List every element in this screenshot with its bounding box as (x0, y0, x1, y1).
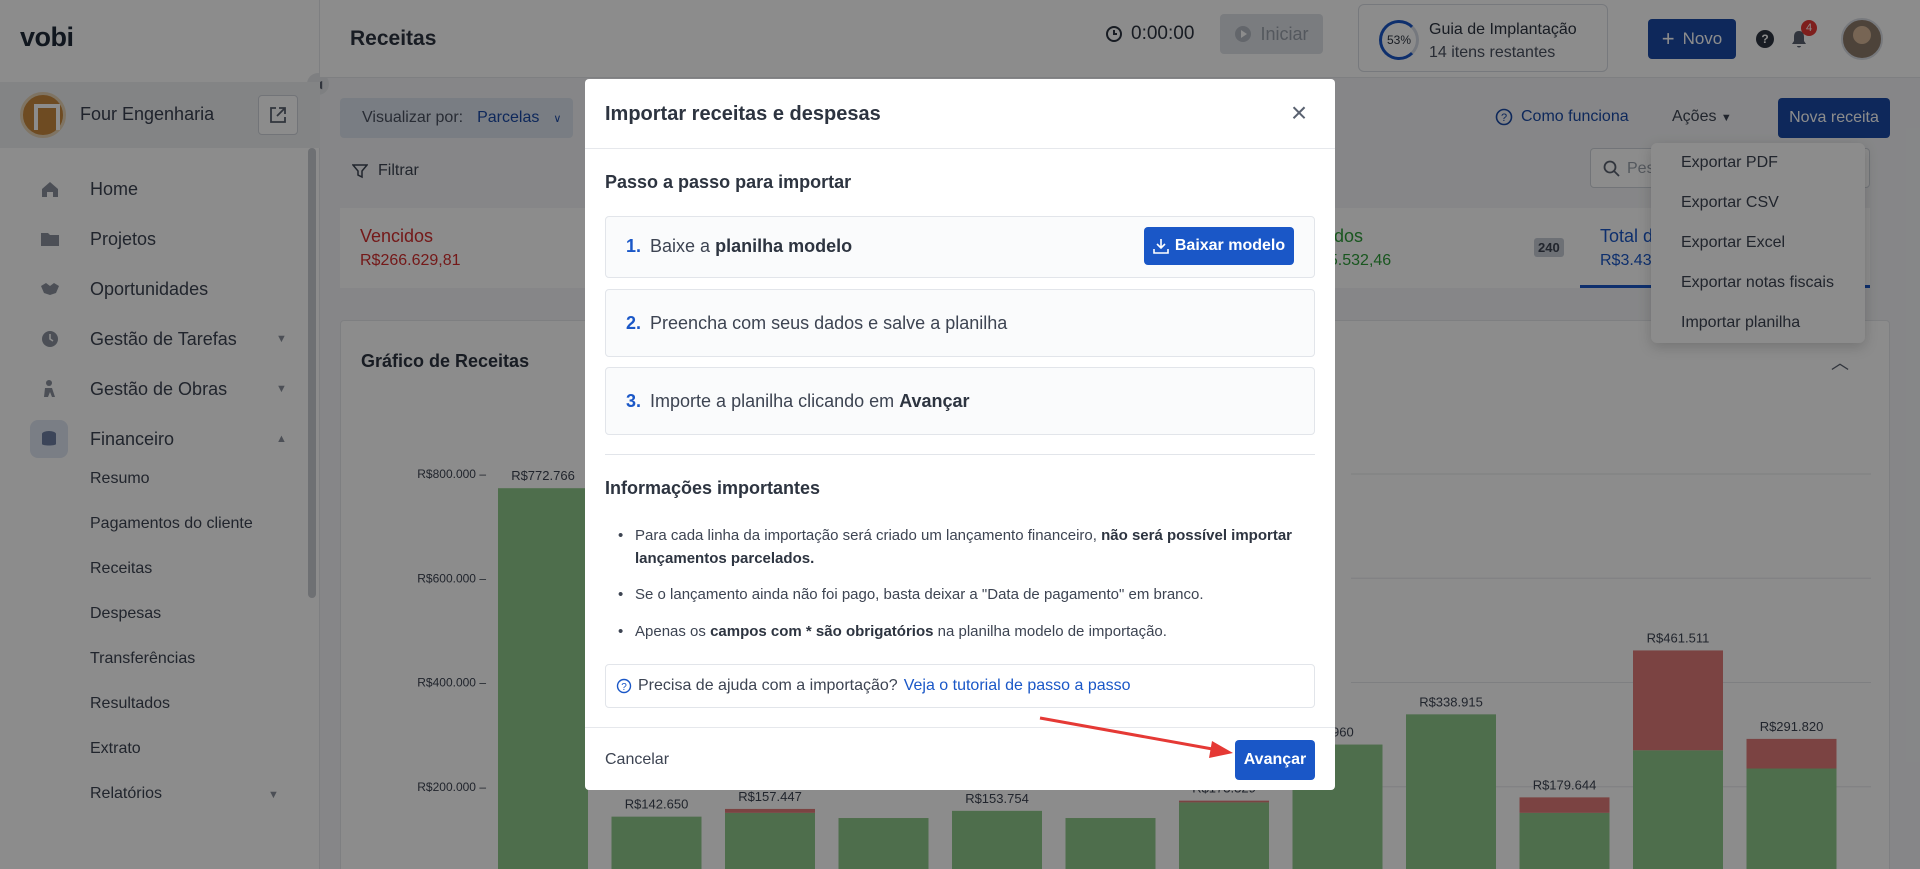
avancar-button[interactable]: Avançar (1235, 740, 1315, 780)
bullet-text: na planilha modelo de importação. (937, 623, 1167, 640)
step-3-text: 3. Importe a planilha clicando em Avança… (626, 391, 970, 412)
baixar-modelo-button[interactable]: Baixar modelo (1144, 227, 1294, 265)
step-1-text: 1. Baixe a planilha modelo (626, 236, 852, 257)
info-bullet-1: Para cada linha da importação será criad… (615, 524, 1295, 570)
step-number: 3. (626, 391, 642, 411)
modal-header: Importar receitas e despesas × (585, 79, 1335, 149)
bullet-text: Para cada linha da importação será criad… (635, 527, 1097, 544)
step-text: Preencha com seus dados e salve a planil… (650, 313, 1008, 333)
info-bullet-2: Se o lançamento ainda não foi pago, bast… (615, 583, 1295, 606)
import-modal: Importar receitas e despesas × Passo a p… (585, 79, 1335, 790)
download-icon (1153, 239, 1169, 254)
step-number: 2. (626, 313, 642, 333)
step-text: Importe a planilha clicando em (650, 391, 895, 411)
step-text: Baixe a (650, 236, 711, 256)
close-icon[interactable]: × (1285, 99, 1313, 127)
step-3-box: 3. Importe a planilha clicando em Avança… (605, 367, 1315, 435)
modal-footer: Cancelar Avançar (585, 727, 1335, 790)
info-bullet-3: Apenas os campos com * são obrigatórios … (615, 620, 1295, 643)
steps-section-title: Passo a passo para importar (605, 172, 852, 192)
step-2-text: 2. Preencha com seus dados e salve a pla… (626, 313, 1007, 334)
info-section-title: Informações importantes (605, 478, 821, 498)
help-text: Precisa de ajuda com a importação? (638, 677, 898, 694)
step-2-box: 2. Preencha com seus dados e salve a pla… (605, 289, 1315, 357)
baixar-modelo-label: Baixar modelo (1174, 237, 1286, 254)
help-box: ? Precisa de ajuda com a importação? Vej… (605, 664, 1315, 708)
step-bold-text: Avançar (899, 391, 970, 411)
question-circle-icon: ? (616, 678, 632, 694)
cancel-button[interactable]: Cancelar (605, 751, 669, 769)
step-number: 1. (626, 236, 642, 256)
bullet-text: Apenas os (635, 623, 706, 640)
step-1-box: 1. Baixe a planilha modelo Baixar modelo (605, 216, 1315, 278)
modal-divider (605, 454, 1315, 455)
bullet-text: Se o lançamento ainda não foi pago, bast… (635, 586, 1204, 603)
tutorial-link[interactable]: Veja o tutorial de passo a passo (904, 677, 1131, 695)
svg-text:?: ? (621, 682, 627, 693)
modal-title: Importar receitas e despesas (605, 103, 881, 125)
bullet-bold-text: campos com * são obrigatórios (710, 623, 934, 640)
step-bold-text: planilha modelo (715, 236, 853, 256)
